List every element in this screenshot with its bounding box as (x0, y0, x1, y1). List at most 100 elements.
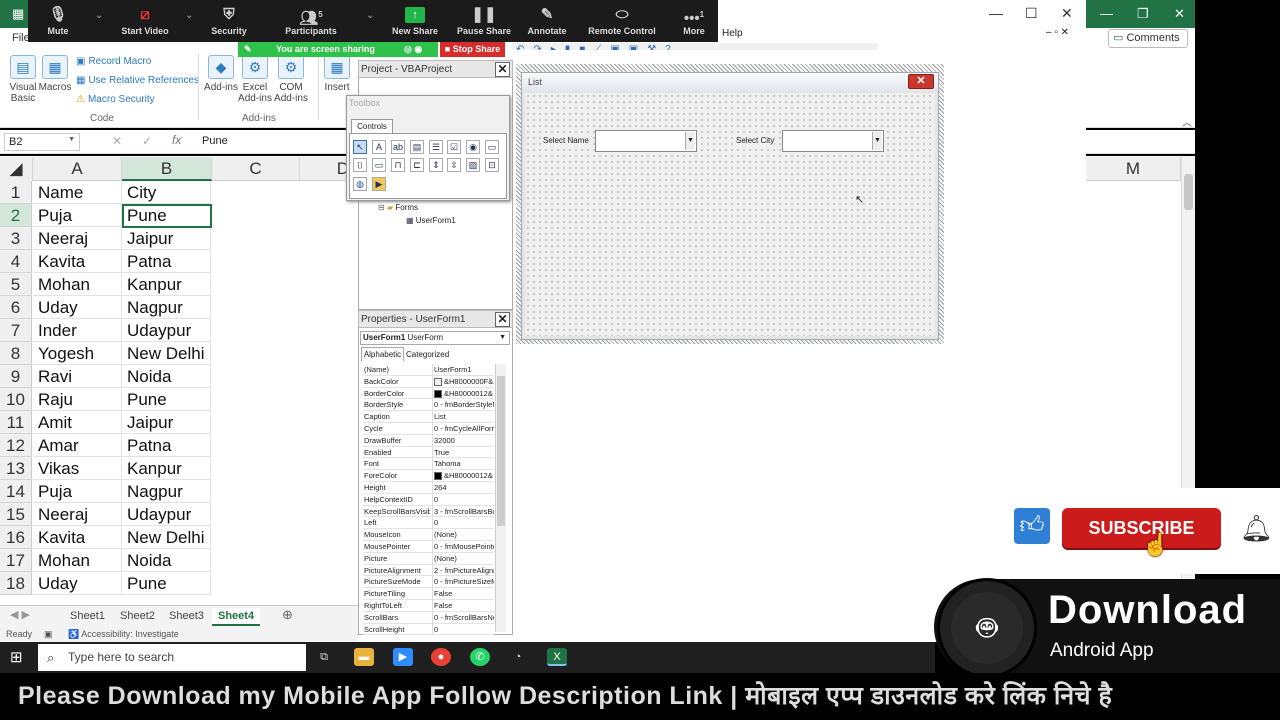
fx-icon[interactable]: fx (172, 133, 181, 147)
excel-add-ins-button[interactable]: ⚙ Excel Add-ins (238, 55, 272, 104)
property-value[interactable]: List (432, 411, 494, 423)
taskbar-search[interactable]: ⌕ Type here to search (38, 644, 306, 671)
property-value[interactable]: 0 (432, 623, 494, 636)
property-row[interactable]: Picture (None) (363, 552, 494, 565)
sheet-tab-2[interactable]: Sheet2 (114, 608, 161, 624)
property-value[interactable]: 0 - fmMousePointerDefault (432, 541, 494, 553)
macros-button[interactable]: ▦ Macros (38, 55, 72, 93)
video-options-chevron[interactable]: ⌄ (185, 10, 193, 21)
relative-references-button[interactable]: ▦ Use Relative References (76, 73, 202, 89)
cell-a[interactable]: Inder (33, 319, 122, 342)
com-add-ins-button[interactable]: ⚙ COM Add-ins (274, 55, 308, 104)
add-sheet-icon[interactable]: ⊕ (282, 607, 293, 623)
cancel-icon[interactable]: ✕ (112, 134, 122, 148)
start-video-button[interactable]: ⧄ Start Video (110, 4, 180, 36)
property-row[interactable]: RightToLeft False (363, 600, 494, 612)
sharing-status-icons[interactable]: ◎ ◉ (404, 42, 422, 57)
row-header[interactable]: 6 (0, 296, 32, 319)
cell-b[interactable]: Udaypur (122, 503, 211, 526)
row-header[interactable]: 1 (0, 181, 32, 204)
sheet-tab-1[interactable]: Sheet1 (64, 608, 111, 624)
property-value[interactable]: 0 (432, 517, 494, 530)
insert-control-button[interactable]: ▦ Insert (322, 55, 352, 93)
windows-start-icon[interactable]: ⊞ (10, 648, 23, 666)
remote-control-button[interactable]: ⬭ Remote Control (584, 4, 660, 36)
vbe-maximize-icon[interactable]: ☐ (1025, 5, 1038, 22)
cell-b[interactable]: New Delhi (122, 342, 211, 365)
row-header[interactable]: 4 (0, 250, 32, 273)
cell-a[interactable]: Puja (33, 480, 122, 503)
row-header[interactable]: 10 (0, 388, 32, 411)
property-value[interactable]: &H80000012& (432, 387, 494, 400)
cell-a[interactable]: Vikas (33, 457, 122, 480)
annotate-button[interactable]: ✎ Annotate (512, 4, 582, 36)
cell-b[interactable]: Jaipur (122, 227, 211, 250)
property-value[interactable]: True (432, 446, 494, 459)
property-row[interactable]: Font Tahoma (363, 458, 494, 471)
column-header-a[interactable]: A (33, 157, 122, 181)
select-objects-icon[interactable]: ↖ (353, 140, 367, 154)
property-value[interactable]: 32000 (432, 434, 494, 447)
property-row[interactable]: KeepScrollBarsVisible 3 - fmScrollBarsBot… (363, 505, 494, 518)
property-value[interactable]: 0 (432, 493, 494, 506)
sheet-nav-icon[interactable]: ◀ ▶ (10, 608, 30, 621)
row-header[interactable]: 9 (0, 365, 32, 388)
property-row[interactable]: MouseIcon (None) (363, 529, 494, 541)
cell-b[interactable]: Patna (122, 250, 211, 273)
whatsapp-icon[interactable]: ✆ (470, 648, 490, 666)
label-select-city[interactable]: Select City (736, 136, 775, 145)
property-row[interactable]: DrawBuffer 32000 (363, 434, 494, 447)
vbe-minimize-icon[interactable]: — (989, 5, 1003, 21)
task-view-icon[interactable]: ⧉ (314, 648, 334, 666)
refedit-tool-icon[interactable]: ⊡ (485, 158, 499, 172)
add-ins-button[interactable]: ◆ Add-ins (204, 55, 238, 93)
audio-options-chevron[interactable]: ⌄ (95, 10, 103, 21)
cell-a[interactable]: Yogesh (33, 342, 122, 365)
cell-b[interactable]: Nagpur (122, 296, 211, 319)
accessibility-status[interactable]: ♿ Accessibility: Investigate (68, 626, 179, 642)
cell-a[interactable]: Mohan (33, 549, 122, 572)
property-value[interactable]: Tahoma (432, 458, 494, 471)
checkbox-tool-icon[interactable]: ☑ (447, 140, 461, 154)
cell-a[interactable]: Kavita (33, 526, 122, 549)
cell-b[interactable]: Noida (122, 365, 211, 388)
property-row[interactable]: ForeColor &H80000012& (363, 470, 494, 482)
cell-a[interactable]: Uday (33, 572, 122, 595)
app-icon[interactable]: ◔ (508, 648, 528, 666)
sheet-tab-4[interactable]: Sheet4 (212, 608, 261, 626)
chrome-icon[interactable]: ● (431, 648, 451, 666)
cell-b[interactable]: New Delhi (122, 526, 211, 549)
vbe-child-minimize-icon[interactable]: ‒ ▫ ✕ (1046, 27, 1069, 38)
property-row[interactable]: BackColor &H8000000F& (363, 375, 494, 388)
property-row[interactable]: MousePointer 0 - fmMousePointerDefault (363, 541, 494, 553)
restore-icon[interactable]: ❐ (1137, 6, 1149, 22)
property-row[interactable]: PictureAlignment 2 - fmPictureAlignmentCe… (363, 564, 494, 577)
cell-a[interactable]: Amit (33, 411, 122, 434)
property-row[interactable]: Enabled True (363, 446, 494, 459)
cell-b[interactable]: Patna (122, 434, 211, 457)
property-value[interactable]: False (432, 588, 494, 600)
cell-a[interactable]: Puja (33, 204, 122, 227)
property-row[interactable]: Left 0 (363, 517, 494, 530)
vbe-close-icon[interactable]: ✕ (1061, 5, 1073, 22)
participants-button[interactable]: 👥︎5 Participants (276, 4, 346, 36)
label-select-name[interactable]: Select Name (543, 136, 589, 145)
property-value[interactable]: 0 - fmBorderStyleNone (432, 399, 494, 412)
property-value[interactable]: 0 - fmScrollBarsNone (432, 611, 494, 624)
tree-forms[interactable]: ⊟ ▰ Forms (378, 203, 418, 212)
column-header-c[interactable]: C (212, 157, 300, 181)
project-close-icon[interactable]: ✕ (495, 62, 510, 77)
option-button-tool-icon[interactable]: ◉ (466, 140, 480, 154)
combobox-city[interactable]: ▼ (782, 130, 884, 152)
row-header[interactable]: 13 (0, 457, 32, 480)
cell-b[interactable]: Pune (122, 572, 211, 595)
row-header[interactable]: 11 (0, 411, 32, 434)
row-header[interactable]: 3 (0, 227, 32, 250)
textbox-tool-icon[interactable]: ab (391, 140, 405, 154)
property-value[interactable]: 3 - fmScrollBarsBoth (432, 505, 494, 518)
cell-a[interactable]: Neeraj (33, 227, 122, 250)
toggle-button-tool-icon[interactable]: ▭ (485, 140, 499, 154)
mute-button[interactable]: 🎙︎ Mute (23, 4, 93, 36)
property-row[interactable]: ScrollBars 0 - fmScrollBarsNone (363, 611, 494, 624)
property-row[interactable]: PictureSizeMode 0 - fmPictureSizeModeClip (363, 576, 494, 589)
